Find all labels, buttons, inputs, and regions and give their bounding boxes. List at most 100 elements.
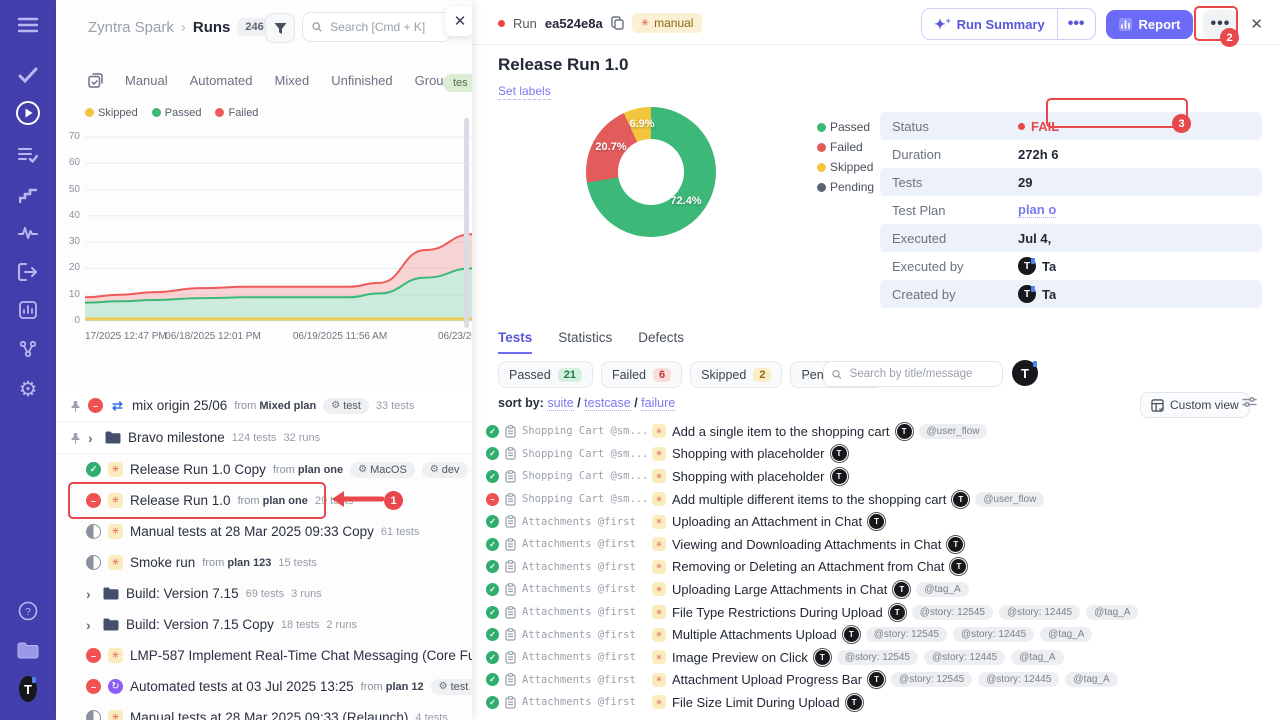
- run-status-failed-icon: –: [88, 398, 103, 413]
- copy-id-icon[interactable]: [611, 16, 624, 30]
- test-title[interactable]: Attachment Upload Progress Bar: [672, 672, 862, 687]
- test-status-passed-icon: ✓: [486, 470, 499, 483]
- runs-tab-automated[interactable]: Automated: [190, 73, 253, 88]
- custom-view-button[interactable]: Custom view: [1140, 392, 1250, 418]
- run-status-inprogress-icon: [86, 555, 101, 570]
- run-title: Bravo milestone: [128, 430, 225, 445]
- folder-icon: [105, 431, 121, 444]
- tab-tests[interactable]: Tests: [498, 330, 532, 354]
- test-row[interactable]: – Shopping Cart @sm... ✳ Add multiple di…: [472, 488, 1280, 511]
- close-run-icon[interactable]: ✕: [1247, 15, 1266, 33]
- runs-tab-unfinished[interactable]: Unfinished: [331, 73, 392, 88]
- sort-suite-link[interactable]: suite: [547, 396, 573, 411]
- testcases-icon[interactable]: [0, 58, 56, 92]
- chevron-right-icon[interactable]: ›: [86, 617, 96, 633]
- menu-icon[interactable]: [0, 8, 56, 42]
- run-from-plan[interactable]: from Mixed plan: [234, 400, 316, 412]
- test-row[interactable]: ✓ Attachments @first ✳ File Type Restric…: [472, 601, 1280, 624]
- run-list-item[interactable]: –⇄mix origin 25/06from Mixed plan⚙test33…: [56, 390, 472, 422]
- test-title[interactable]: Image Preview on Click: [672, 650, 808, 665]
- x-axis-label: 06/23/202: [438, 331, 472, 342]
- test-title[interactable]: Shopping with placeholder: [672, 446, 825, 461]
- drawer-close-icon[interactable]: ✕: [445, 6, 472, 36]
- run-list-item[interactable]: –✳LMP-587 Implement Real-Time Chat Messa…: [56, 640, 472, 671]
- test-title[interactable]: Multiple Attachments Upload: [672, 627, 837, 642]
- run-list-item[interactable]: ›Bravo milestone124 tests32 runs: [56, 422, 472, 454]
- report-button[interactable]: Report: [1106, 10, 1194, 39]
- filter-chip-failed[interactable]: Failed 6: [601, 361, 682, 388]
- sort-testcase-link[interactable]: testcase: [584, 396, 631, 411]
- run-list-item[interactable]: ›Build: Version 7.15 Copy18 tests2 runs: [56, 609, 472, 640]
- svg-text:?: ?: [25, 607, 31, 618]
- test-row[interactable]: ✓ Attachments @first ✳ Removing or Delet…: [472, 556, 1280, 579]
- test-title[interactable]: Removing or Deleting an Attachment from …: [672, 559, 944, 574]
- tests-search-input[interactable]: [848, 367, 994, 381]
- run-from-plan[interactable]: from plan one: [273, 464, 343, 476]
- breadcrumb-section[interactable]: Runs: [193, 19, 231, 36]
- drawer-scrollbar[interactable]: [464, 118, 469, 328]
- test-row[interactable]: ✓ Shopping Cart @sm... ✳ Add a single it…: [472, 420, 1280, 443]
- run-summary-more-button[interactable]: •••: [1058, 9, 1095, 39]
- runs-search-input[interactable]: [328, 19, 442, 35]
- filter-chip-passed[interactable]: Passed 21: [498, 361, 593, 388]
- assignee-avatar[interactable]: T: [1012, 360, 1038, 386]
- run-list-item[interactable]: ›Build: Version 7.1569 tests3 runs: [56, 578, 472, 609]
- manual-run-icon: ✳: [108, 555, 123, 570]
- test-row[interactable]: ✓ Attachments @first ✳ Viewing and Downl…: [472, 533, 1280, 556]
- run-from-plan[interactable]: from plan 123: [202, 557, 271, 569]
- projects-folder-icon[interactable]: [0, 633, 56, 667]
- test-row[interactable]: ✓ Shopping Cart @sm... ✳ Shopping with p…: [472, 465, 1280, 488]
- run-summary-button[interactable]: ✦+ Run Summary: [922, 9, 1057, 39]
- run-from-plan[interactable]: from plan 12: [361, 681, 424, 693]
- filter-button[interactable]: [265, 13, 295, 43]
- test-row[interactable]: ✓ Attachments @first ✳ Uploading Large A…: [472, 578, 1280, 601]
- reports-icon[interactable]: [0, 293, 56, 327]
- checklist-icon[interactable]: [0, 138, 56, 172]
- assignee-avatar: T: [831, 445, 848, 462]
- sort-failure-link[interactable]: failure: [641, 396, 675, 411]
- set-labels-link[interactable]: Set labels: [498, 84, 551, 100]
- test-row[interactable]: ✓ Attachments @first ✳ Attachment Upload…: [472, 669, 1280, 692]
- runs-tab-mixed[interactable]: Mixed: [275, 73, 310, 88]
- test-title[interactable]: Uploading Large Attachments in Chat: [672, 582, 887, 597]
- test-title[interactable]: Uploading an Attachment in Chat: [672, 514, 862, 529]
- test-row[interactable]: ✓ Attachments @first ✳ Uploading an Atta…: [472, 510, 1280, 533]
- runs-tab-manual[interactable]: Manual: [125, 73, 168, 88]
- runs-search[interactable]: [302, 12, 452, 42]
- tab-defects[interactable]: Defects: [638, 330, 684, 354]
- view-settings-icon[interactable]: [1242, 396, 1257, 408]
- test-title[interactable]: Add multiple different items to the shop…: [672, 492, 946, 507]
- milestones-icon[interactable]: [0, 178, 56, 212]
- chevron-right-icon[interactable]: ›: [88, 430, 98, 446]
- tab-statistics[interactable]: Statistics: [558, 330, 612, 354]
- breadcrumb-project[interactable]: Zyntra Spark: [88, 19, 174, 36]
- test-title[interactable]: Viewing and Downloading Attachments in C…: [672, 537, 941, 552]
- settings-gear-icon[interactable]: ⚙: [0, 372, 56, 406]
- run-list-item[interactable]: ✳Manual tests at 28 Mar 2025 09:33 Copy6…: [56, 516, 472, 547]
- run-list-item[interactable]: ✳Smoke runfrom plan 12315 tests: [56, 547, 472, 578]
- tag-chip-overflow[interactable]: tes: [443, 74, 472, 92]
- activity-icon[interactable]: [0, 216, 56, 250]
- test-title[interactable]: Shopping with placeholder: [672, 469, 825, 484]
- test-row[interactable]: ✓ Attachments @first ✳ File Size Limit D…: [472, 691, 1280, 714]
- test-title[interactable]: Add a single item to the shopping cart: [672, 424, 890, 439]
- imports-icon[interactable]: [0, 255, 56, 289]
- run-list-item[interactable]: ✓✳Release Run 1.0 Copyfrom plan one⚙MacO…: [56, 454, 472, 485]
- bar-chart-icon: [1119, 18, 1132, 31]
- tests-search[interactable]: [823, 361, 1003, 387]
- filter-chip-skipped[interactable]: Skipped 2: [690, 361, 782, 388]
- test-title[interactable]: File Type Restrictions During Upload: [672, 605, 883, 620]
- run-list-item[interactable]: –↻Automated tests at 03 Jul 2025 13:25fr…: [56, 671, 472, 702]
- test-row[interactable]: ✓ Attachments @first ✳ Image Preview on …: [472, 646, 1280, 669]
- chevron-right-icon[interactable]: ›: [86, 586, 96, 602]
- test-title[interactable]: File Size Limit During Upload: [672, 695, 840, 710]
- test-row[interactable]: ✓ Shopping Cart @sm... ✳ Shopping with p…: [472, 443, 1280, 466]
- run-status-passed-icon: ✓: [86, 462, 101, 477]
- run-list-item[interactable]: ✳Manual tests at 28 Mar 2025 09:33 (Rela…: [56, 702, 472, 720]
- test-row[interactable]: ✓ Attachments @first ✳ Multiple Attachme…: [472, 623, 1280, 646]
- select-all-icon[interactable]: [88, 73, 103, 88]
- help-icon[interactable]: ?: [0, 594, 56, 628]
- test-runs-icon[interactable]: [0, 96, 56, 130]
- user-avatar[interactable]: T: [0, 672, 56, 706]
- integrations-icon[interactable]: [0, 332, 56, 366]
